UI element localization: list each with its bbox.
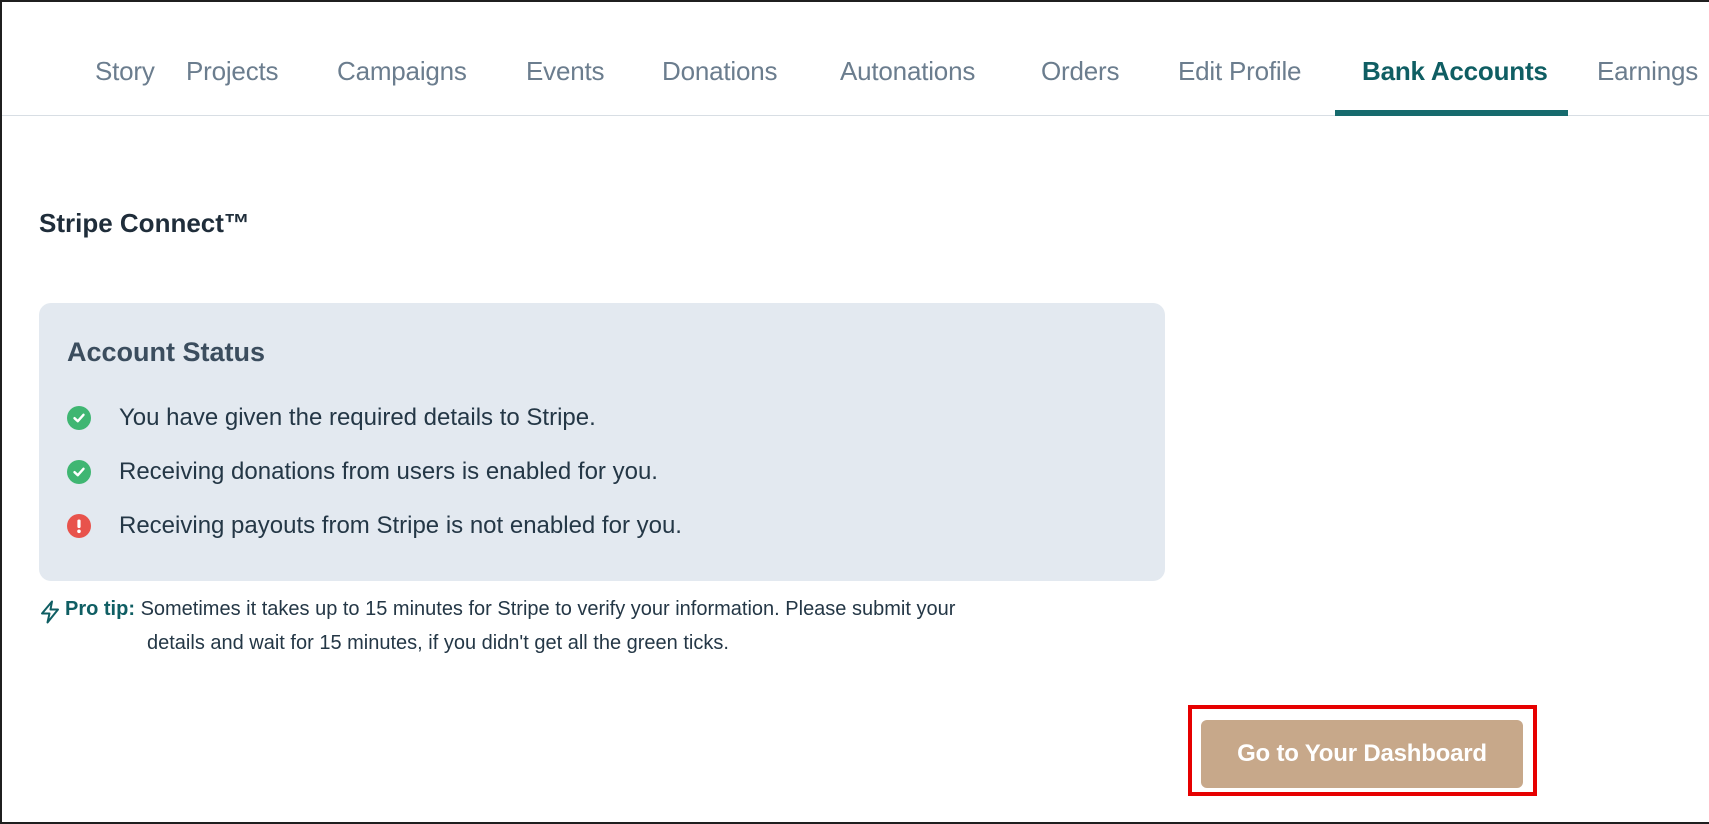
status-text: Receiving donations from users is enable… — [119, 458, 658, 485]
exclamation-circle-icon — [67, 514, 91, 538]
status-item-details: You have given the required details to S… — [67, 401, 596, 435]
tab-autonations[interactable]: Autonations — [840, 56, 975, 87]
pro-tip-label: Pro tip: — [65, 598, 135, 620]
tab-earnings[interactable]: Earnings — [1597, 56, 1698, 87]
card-title: Account Status — [67, 337, 266, 367]
pro-tip-text-1: Sometimes it takes up to 15 minutes for … — [140, 598, 956, 620]
section-title: Stripe Connect™ — [39, 208, 250, 238]
tab-story[interactable]: Story — [95, 56, 155, 87]
profile-tabs: Story Projects Campaigns Events Donation… — [2, 2, 1709, 116]
check-circle-icon — [67, 460, 91, 484]
account-status-card: Account Status You have given the requir… — [39, 303, 1165, 581]
status-item-donations: Receiving donations from users is enable… — [67, 455, 658, 489]
pro-tip-text-2: details and wait for 15 minutes, if you … — [147, 632, 729, 654]
lightning-bolt-icon — [41, 600, 59, 624]
tab-events[interactable]: Events — [526, 56, 604, 87]
page-frame: Story Projects Campaigns Events Donation… — [0, 0, 1709, 824]
active-tab-indicator — [1335, 110, 1568, 116]
status-text: Receiving payouts from Stripe is not ena… — [119, 512, 682, 539]
tab-campaigns[interactable]: Campaigns — [337, 56, 467, 87]
tab-orders[interactable]: Orders — [1041, 56, 1119, 87]
tab-donations[interactable]: Donations — [662, 56, 777, 87]
status-text: You have given the required details to S… — [119, 404, 596, 431]
pro-tip-line-1: Pro tip: Sometimes it takes up to 15 min… — [65, 598, 955, 621]
status-item-payouts: Receiving payouts from Stripe is not ena… — [67, 509, 682, 543]
tab-edit-profile[interactable]: Edit Profile — [1178, 56, 1302, 87]
tab-projects[interactable]: Projects — [186, 56, 279, 87]
go-to-dashboard-button[interactable]: Go to Your Dashboard — [1201, 720, 1523, 788]
tab-bank-accounts[interactable]: Bank Accounts — [1362, 56, 1548, 87]
check-circle-icon — [67, 406, 91, 430]
